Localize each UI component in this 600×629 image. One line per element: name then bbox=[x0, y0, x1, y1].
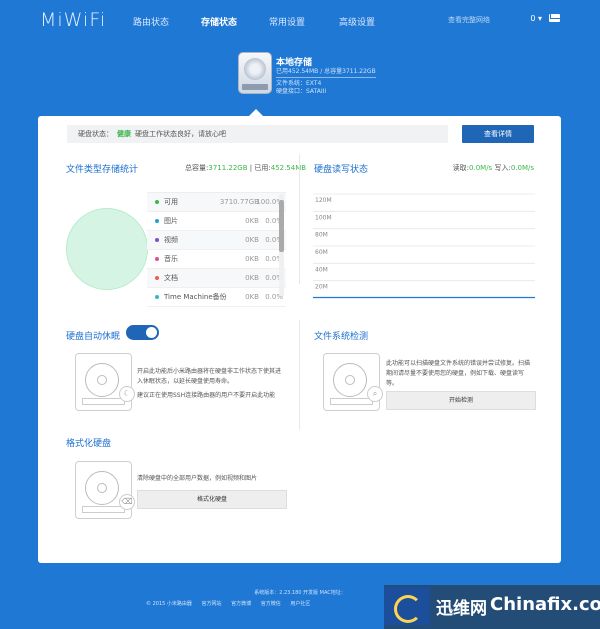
write-value: 0.0M/s bbox=[510, 164, 534, 172]
legend-row: Time Machine备份 0KB 0.0% bbox=[147, 288, 286, 307]
y-tick-label: 60M bbox=[315, 249, 328, 256]
footer-link[interactable]: 用户社区 bbox=[290, 601, 310, 607]
watermark-cn: 迅维网 bbox=[436, 599, 487, 619]
nav-router-status[interactable]: 路由状态 bbox=[133, 15, 169, 28]
status-message: 硬盘工作状态良好，请放心吧 bbox=[135, 130, 226, 138]
y-tick-label: 80M bbox=[315, 232, 328, 239]
miwifi-logo: MiWiFi bbox=[40, 9, 107, 31]
footer-link[interactable]: 官方网站 bbox=[202, 601, 222, 607]
file-type-legend: 可用 3710.77GB 100.0% 图片 0KB 0.0% 视频 0KB 0.0% 音乐… bbox=[147, 192, 286, 307]
footer-links: © 2015 小米路由器 官方网站 官方微博 官方微信 用户社区 bbox=[146, 600, 318, 607]
column-divider-lower bbox=[299, 320, 300, 430]
legend-size: 0KB bbox=[245, 236, 259, 244]
sleep-toggle[interactable] bbox=[126, 325, 159, 340]
storage-card: 硬盘状态： 健康 硬盘工作状态良好，请放心吧 查看详情 文件类型存储统计 总容量:3… bbox=[38, 116, 561, 563]
legend-size: 0KB bbox=[245, 217, 259, 225]
hdd-sleep-icon: ☾ bbox=[75, 353, 135, 411]
storage-pie-chart bbox=[66, 208, 148, 290]
y-tick-label: 40M bbox=[315, 266, 328, 273]
footer-link[interactable]: 官方微信 bbox=[261, 601, 281, 607]
legend-row: 可用 3710.77GB 100.0% bbox=[147, 193, 286, 212]
legend-dot bbox=[155, 276, 159, 280]
fscheck-desc: 此功能可以扫描硬盘文件系统的错误并尝试修复。扫描期间请尽量不要使用您的硬盘，例如… bbox=[386, 360, 531, 387]
legend-size: 0KB bbox=[245, 274, 259, 282]
used-value: 452.54MB bbox=[270, 164, 307, 172]
fscheck-title: 文件系统检测 bbox=[314, 332, 369, 342]
nav-advanced-settings[interactable]: 高级设置 bbox=[339, 15, 375, 28]
legend-name: 文档 bbox=[164, 274, 178, 282]
nav-common-settings[interactable]: 常用设置 bbox=[269, 15, 305, 28]
total-label: 总容量: bbox=[185, 164, 209, 172]
used-label: 已用: bbox=[254, 164, 271, 172]
rw-status-title: 硬盘读写状态 bbox=[314, 165, 369, 175]
status-label: 硬盘状态： bbox=[78, 130, 113, 138]
legend-name: 视频 bbox=[164, 236, 178, 244]
format-desc: 清除硬盘中的全部用户数据，例如视频和图片 bbox=[137, 475, 258, 482]
scrollbar-thumb[interactable] bbox=[279, 200, 284, 252]
legend-name: 图片 bbox=[164, 217, 178, 225]
disk-status-bar: 硬盘状态： 健康 硬盘工作状态良好，请放心吧 bbox=[67, 125, 448, 143]
legend-row: 音乐 0KB 0.0% bbox=[147, 250, 286, 269]
card-pointer bbox=[249, 109, 263, 116]
y-tick-label: 100M bbox=[315, 214, 332, 221]
file-stats-title: 文件类型存储统计 bbox=[66, 165, 139, 175]
nav-storage-status[interactable]: 存储状态 bbox=[201, 15, 237, 28]
start-check-button[interactable]: 开始检测 bbox=[386, 391, 536, 410]
legend-row: 图片 0KB 0.0% bbox=[147, 212, 286, 231]
legend-dot bbox=[155, 295, 159, 299]
sleep-warning: 建议正在使用SSH连接路由器的用户不要开启此功能 bbox=[137, 392, 276, 399]
y-tick-label: 120M bbox=[315, 197, 332, 204]
total-value: 3711.22GB bbox=[208, 164, 248, 172]
network-link[interactable]: 查看完整网络 bbox=[448, 15, 490, 25]
mail-icon[interactable] bbox=[549, 14, 560, 22]
y-tick-label: 20M bbox=[315, 284, 328, 291]
hard-disk-icon bbox=[238, 52, 272, 94]
sleep-title: 硬盘自动休眠 bbox=[66, 332, 121, 342]
legend-dot bbox=[155, 200, 159, 204]
legend-size: 0KB bbox=[245, 293, 259, 301]
sleep-desc: 开启此功能后小米路由器将在硬盘非工作状态下使其进入休眠状态，以延长硬盘使用寿命。 bbox=[137, 368, 282, 385]
read-label: 读取: bbox=[452, 164, 470, 172]
disk-port: 硬盘接口：SATAIII bbox=[276, 88, 327, 95]
legend-name: Time Machine备份 bbox=[164, 293, 227, 301]
legend-scrollbar[interactable] bbox=[279, 194, 284, 296]
legend-size: 3710.77GB bbox=[219, 198, 259, 206]
format-disk-button[interactable]: 格式化硬盘 bbox=[137, 490, 287, 509]
legend-row: 文档 0KB 0.0% bbox=[147, 269, 286, 288]
status-badge: 健康 bbox=[117, 130, 131, 138]
file-stats-summary: 总容量:3711.22GB | 已用:452.54MB bbox=[185, 163, 306, 173]
legend-dot bbox=[155, 257, 159, 261]
rw-speeds: 读取:0.0M/s 写入:0.0M/s bbox=[453, 163, 534, 173]
footer-link[interactable]: 官方微博 bbox=[231, 601, 251, 607]
watermark-logo bbox=[384, 587, 430, 625]
read-value: 0.0M/s bbox=[469, 164, 493, 172]
toggle-knob bbox=[146, 327, 157, 338]
column-divider bbox=[299, 154, 300, 284]
footer-copyright: © 2015 小米路由器 bbox=[146, 601, 192, 607]
legend-name: 可用 bbox=[164, 198, 178, 206]
format-title: 格式化硬盘 bbox=[66, 439, 112, 449]
legend-dot bbox=[155, 219, 159, 223]
disk-usage: 已用452.54MB / 总容量3711.22GB bbox=[276, 66, 376, 78]
write-label: 写入: bbox=[494, 164, 511, 172]
legend-dot bbox=[155, 238, 159, 242]
watermark-en: Chinafix.com bbox=[490, 594, 600, 615]
legend-name: 音乐 bbox=[164, 255, 178, 263]
hdd-format-icon: ⌫ bbox=[75, 461, 135, 519]
view-details-button[interactable]: 查看详情 bbox=[462, 125, 534, 143]
hdd-check-icon: ⌕ bbox=[323, 353, 383, 411]
legend-size: 0KB bbox=[245, 255, 259, 263]
legend-row: 视频 0KB 0.0% bbox=[147, 231, 286, 250]
account-dropdown[interactable]: 0 ▾ bbox=[530, 14, 542, 23]
rw-chart: 120M 100M 80M 60M 40M 20M bbox=[313, 193, 535, 299]
